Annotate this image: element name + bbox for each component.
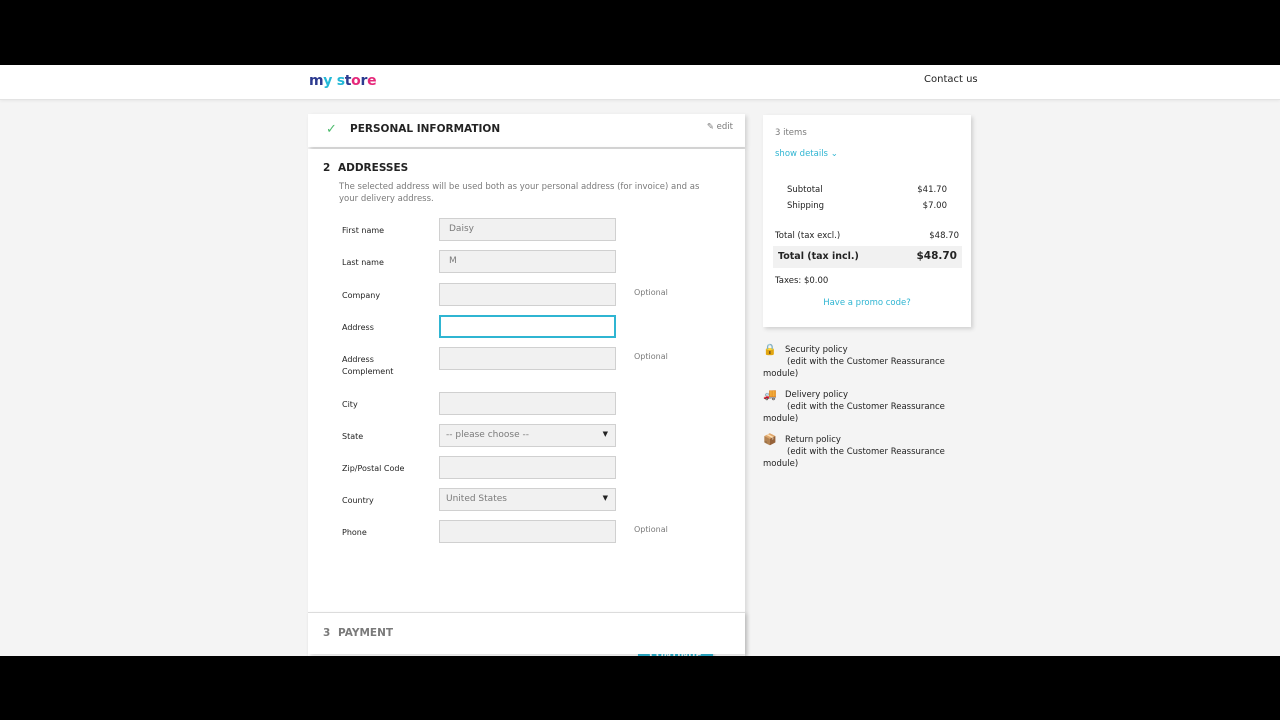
store-logo[interactable]: my store xyxy=(309,73,377,89)
step-addresses: 2 ADDRESSES The selected address will be… xyxy=(308,149,745,656)
items-count: 3 items xyxy=(775,128,807,138)
caret-down-icon: ▼ xyxy=(602,430,608,438)
reassurance-delivery: 🚚 Delivery policy (edit with the Customer… xyxy=(763,388,945,425)
city-input[interactable] xyxy=(439,392,616,415)
shipping-label: Shipping xyxy=(787,201,825,211)
step-title: PAYMENT xyxy=(338,627,394,639)
step-title: ADDRESSES xyxy=(338,162,409,174)
field-label: Company xyxy=(342,291,381,300)
pencil-icon: ✎ xyxy=(706,122,714,132)
last-name-input[interactable]: M xyxy=(439,250,616,273)
contact-us-link[interactable]: Contact us xyxy=(924,74,978,85)
phone-input[interactable] xyxy=(439,520,616,543)
field-label: Zip/Postal Code xyxy=(342,464,405,473)
first-name-input[interactable]: Daisy xyxy=(439,218,616,241)
company-input[interactable] xyxy=(439,283,616,306)
field-label: Last name xyxy=(342,258,384,267)
promo-code-link[interactable]: Have a promo code? xyxy=(763,298,971,308)
form-row-address: Address xyxy=(308,315,745,339)
return-box-icon: 📦 xyxy=(763,433,777,446)
form-row-city: City xyxy=(308,392,745,416)
country-selected-value: United States xyxy=(446,494,507,504)
field-label: Phone xyxy=(342,528,367,537)
form-row-last-name: Last name M xyxy=(308,250,745,274)
shipping-value: $7.00 xyxy=(922,201,947,211)
field-label: Address xyxy=(342,323,374,332)
address-input[interactable] xyxy=(439,315,616,338)
edit-link[interactable]: ✎ edit xyxy=(707,122,733,132)
cart-summary: 3 items show details ⌄ Subtotal $41.70 S… xyxy=(763,115,971,327)
step-payment[interactable]: 3 PAYMENT xyxy=(308,612,745,654)
optional-hint: Optional xyxy=(634,525,668,534)
field-label: State xyxy=(342,432,364,441)
chevron-down-icon: ⌄ xyxy=(830,149,838,159)
step-title: PERSONAL INFORMATION xyxy=(350,123,501,135)
show-details-link[interactable]: show details ⌄ xyxy=(775,149,838,159)
optional-hint: Optional xyxy=(634,352,668,361)
state-select[interactable]: -- please choose -- ▼ xyxy=(439,424,616,447)
field-label: Country xyxy=(342,496,374,505)
field-label: City xyxy=(342,400,358,409)
reassurance-return: 📦 Return policy (edit with the Customer R… xyxy=(763,433,945,470)
form-row-first-name: First name Daisy xyxy=(308,218,745,242)
total-incl-label: Total (tax incl.) xyxy=(778,251,859,262)
step-description: The selected address will be used both a… xyxy=(339,182,700,204)
total-incl-row: Total (tax incl.) $48.70 xyxy=(773,246,962,268)
form-row-address-complement: Address Complement Optional xyxy=(308,347,745,376)
site-header: my store Contact us xyxy=(0,65,1280,100)
country-select[interactable]: United States ▼ xyxy=(439,488,616,511)
page-viewport: my store Contact us ✓ PERSONAL INFORMATI… xyxy=(0,65,1280,656)
field-label: Address Complement xyxy=(342,355,394,376)
check-icon: ✓ xyxy=(326,122,337,137)
form-row-company: Company Optional xyxy=(308,283,745,307)
zip-input[interactable] xyxy=(439,456,616,479)
form-row-phone: Phone Optional xyxy=(308,520,745,544)
subtotal-value: $41.70 xyxy=(917,185,947,195)
truck-icon: 🚚 xyxy=(763,388,777,401)
total-incl-value: $48.70 xyxy=(916,250,957,262)
caret-down-icon: ▼ xyxy=(602,494,608,502)
taxes: Taxes: $0.00 xyxy=(775,276,829,286)
optional-hint: Optional xyxy=(634,288,668,297)
form-row-state: State -- please choose -- ▼ xyxy=(308,424,745,448)
address-complement-input[interactable] xyxy=(439,347,616,370)
field-label: First name xyxy=(342,226,385,235)
form-row-country: Country United States ▼ xyxy=(308,488,745,512)
step-number: 2 xyxy=(323,162,331,174)
subtotal-label: Subtotal xyxy=(787,185,823,195)
step-number: 3 xyxy=(323,627,331,639)
total-excl-label: Total (tax excl.) xyxy=(775,231,841,241)
total-excl-value: $48.70 xyxy=(929,231,959,241)
reassurance-security: 🔒 Security policy (edit with the Customer… xyxy=(763,343,945,380)
state-selected-value: -- please choose -- xyxy=(446,430,529,440)
step-personal-information: ✓ PERSONAL INFORMATION ✎ edit xyxy=(308,114,745,147)
lock-icon: 🔒 xyxy=(763,343,777,356)
form-row-zip: Zip/Postal Code xyxy=(308,456,745,480)
